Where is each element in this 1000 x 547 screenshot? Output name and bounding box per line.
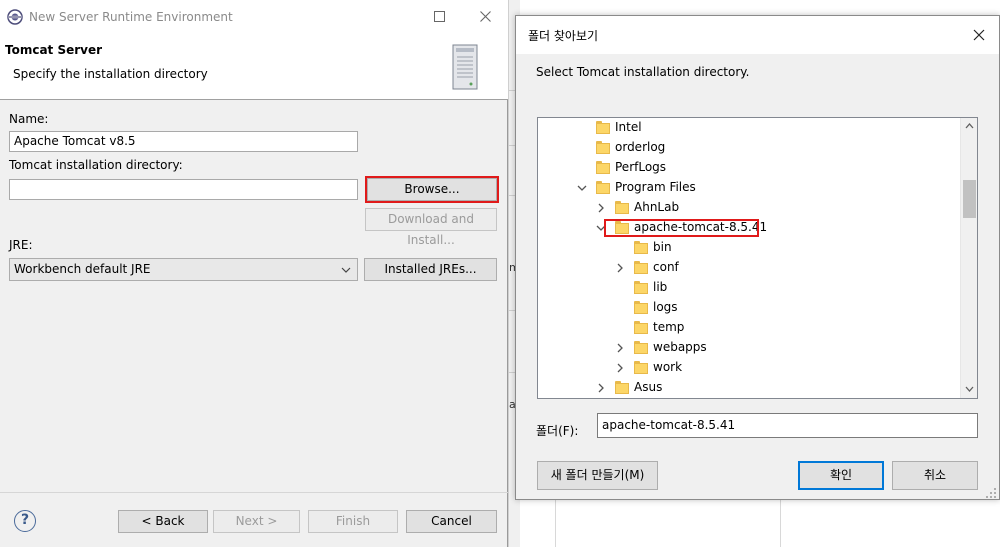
next-button[interactable]: Next > xyxy=(213,510,300,533)
folder-browse-dialog: 폴더 찾아보기 Select Tomcat installation direc… xyxy=(515,15,1000,500)
tree-item-label: temp xyxy=(653,320,685,334)
name-input[interactable]: Apache Tomcat v8.5 xyxy=(9,131,358,152)
tree-item-label: work xyxy=(653,360,683,374)
tree-item[interactable]: conf xyxy=(538,258,961,278)
tree-item[interactable]: Intel xyxy=(538,118,961,138)
tree-item[interactable]: temp xyxy=(538,318,961,338)
finish-button[interactable]: Finish xyxy=(308,510,398,533)
back-button[interactable]: < Back xyxy=(118,510,208,533)
close-icon xyxy=(479,11,491,22)
folder-label: 폴더(F): xyxy=(536,424,579,438)
scroll-up-icon[interactable] xyxy=(961,118,977,135)
folder-icon xyxy=(634,361,648,374)
tree-scrollbar[interactable] xyxy=(960,118,977,398)
tree-item[interactable]: Asus xyxy=(538,378,961,398)
folder-icon xyxy=(634,341,648,354)
ok-button[interactable]: 확인 xyxy=(798,461,884,490)
browse-instruction: Select Tomcat installation directory. xyxy=(536,65,750,79)
close-button[interactable] xyxy=(473,6,497,28)
folder-icon xyxy=(615,201,629,214)
wizard-title: Tomcat Server xyxy=(5,43,103,57)
new-folder-button[interactable]: 새 폴더 만들기(M) xyxy=(537,461,658,490)
tree-item[interactable]: PerfLogs xyxy=(538,158,961,178)
folder-tree[interactable]: Asus work webapps temp logs lib conf bin apache-… xyxy=(537,117,978,399)
installed-jres-button[interactable]: Installed JREs... xyxy=(364,258,497,281)
scroll-down-icon[interactable] xyxy=(961,381,977,398)
tree-item-label: AhnLab xyxy=(634,200,680,214)
tree-item[interactable]: orderlog xyxy=(538,138,961,158)
tree-item-label: conf xyxy=(653,260,679,274)
new-server-runtime-dialog: New Server Runtime Environment Tomcat Se… xyxy=(0,0,508,547)
eclipse-app-icon xyxy=(7,9,23,25)
browse-title: 폴더 찾아보기 xyxy=(528,29,599,43)
tree-item-label: PerfLogs xyxy=(615,160,667,174)
browse-highlight xyxy=(365,176,499,203)
tree-item-label: Asus xyxy=(634,380,663,394)
tree-item[interactable]: bin xyxy=(538,238,961,258)
browse-cancel-button[interactable]: 취소 xyxy=(892,461,978,490)
footer-divider xyxy=(0,492,508,493)
tree-item-label: orderlog xyxy=(615,140,666,154)
tree-item[interactable]: Program Files xyxy=(538,178,961,198)
folder-icon xyxy=(596,121,610,134)
tree-item[interactable]: AhnLab xyxy=(538,198,961,218)
download-install-button[interactable]: Download and Install... xyxy=(365,208,497,247)
folder-icon xyxy=(634,321,648,334)
tree-item-label: Intel xyxy=(615,120,642,134)
folder-icon xyxy=(615,381,629,394)
name-label: Name: xyxy=(9,112,49,126)
jre-label: JRE: xyxy=(9,238,33,252)
browse-close-button[interactable] xyxy=(968,24,990,46)
tree-item-label: webapps xyxy=(653,340,707,354)
server-icon xyxy=(452,44,478,90)
selected-folder-highlight xyxy=(604,219,759,237)
background-divider xyxy=(780,500,781,547)
folder-icon xyxy=(634,241,648,254)
chevron-down-icon[interactable] xyxy=(577,183,587,193)
dialog-titlebar: New Server Runtime Environment xyxy=(0,0,508,34)
tree-item-label: Program Files xyxy=(615,180,696,194)
cancel-button[interactable]: Cancel xyxy=(406,510,497,533)
folder-icon xyxy=(596,141,610,154)
chevron-right-icon[interactable] xyxy=(615,263,625,273)
chevron-down-icon xyxy=(341,267,351,273)
folder-icon xyxy=(634,301,648,314)
tree-item[interactable]: webapps xyxy=(538,338,961,358)
tree-item-label: bin xyxy=(653,240,672,254)
folder-icon xyxy=(596,181,610,194)
install-dir-label: Tomcat installation directory: xyxy=(9,158,183,172)
maximize-icon xyxy=(433,11,445,22)
folder-icon xyxy=(634,281,648,294)
jre-select[interactable]: Workbench default JRE xyxy=(9,258,358,281)
chevron-right-icon[interactable] xyxy=(615,343,625,353)
jre-selected-value: Workbench default JRE xyxy=(14,262,151,276)
tree-item[interactable]: work xyxy=(538,358,961,378)
scroll-thumb[interactable] xyxy=(963,180,976,218)
close-icon xyxy=(973,29,985,41)
folder-icon xyxy=(596,161,610,174)
tree-item-label: logs xyxy=(653,300,678,314)
chevron-right-icon[interactable] xyxy=(596,203,606,213)
tree-item-label: lib xyxy=(653,280,668,294)
browse-titlebar: 폴더 찾아보기 xyxy=(516,16,999,54)
tree-item[interactable]: logs xyxy=(538,298,961,318)
help-icon[interactable]: ? xyxy=(14,510,36,532)
install-dir-input[interactable] xyxy=(9,179,358,200)
folder-icon xyxy=(634,261,648,274)
maximize-button[interactable] xyxy=(427,6,451,28)
background-divider xyxy=(555,500,556,547)
resize-grip-icon[interactable] xyxy=(984,486,998,500)
wizard-description: Specify the installation directory xyxy=(13,67,208,81)
chevron-right-icon[interactable] xyxy=(596,383,606,393)
wizard-header: Tomcat Server Specify the installation d… xyxy=(0,34,508,100)
folder-input[interactable]: apache-tomcat-8.5.41 xyxy=(597,413,978,438)
dialog-title: New Server Runtime Environment xyxy=(29,10,233,24)
chevron-right-icon[interactable] xyxy=(615,363,625,373)
tree-item[interactable]: lib xyxy=(538,278,961,298)
